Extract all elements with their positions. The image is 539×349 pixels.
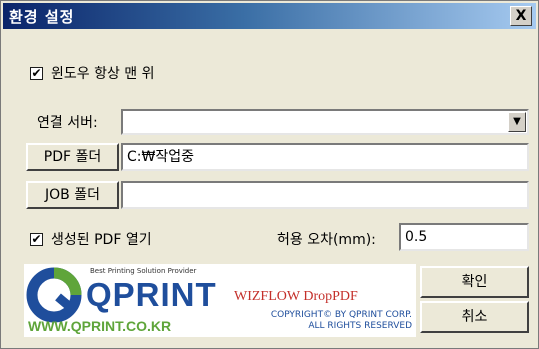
cancel-button[interactable]: 취소 [420,301,529,333]
logo-brand: QPRINT [86,276,217,313]
logo-tagline: Best Printing Solution Provider [90,267,197,275]
logo-product-name: WIZFLOW DropPDF [234,289,358,304]
settings-dialog: 환경 설정 X ✔ 윈도우 항상 맨 위 연결 서버: ▼ PDF 폴더 C:₩… [0,0,539,349]
always-on-top-option[interactable]: ✔ 윈도우 항상 맨 위 [30,63,155,83]
job-folder-button[interactable]: JOB 폴더 [26,181,119,209]
job-folder-button-label: JOB 폴더 [45,187,100,203]
qprint-logo-banner: Best Printing Solution Provider QPRINT W… [24,264,416,337]
always-on-top-label: 윈도우 항상 맨 위 [51,66,155,82]
logo-url: WWW.QPRINT.CO.KR [28,318,172,334]
open-pdf-label: 생성된 PDF 열기 [51,232,152,248]
pdf-folder-input[interactable]: C:₩작업중 [121,143,529,171]
qprint-q-icon [26,267,82,323]
always-on-top-checkbox[interactable]: ✔ [30,66,43,80]
close-icon: X [515,8,527,24]
tolerance-input[interactable]: 0.5 [399,223,529,251]
ok-button-label: 확인 [461,274,488,290]
pdf-folder-button[interactable]: PDF 폴더 [26,143,119,171]
logo-copyright-line1: COPYRIGHT© BY QPRINT CORP. [270,310,412,320]
open-pdf-checkbox[interactable]: ✔ [30,232,43,246]
pdf-folder-value: C:₩작업중 [127,149,194,165]
logo-copyright-line2: ALL RIGHTS RESERVED [308,321,412,331]
open-pdf-option[interactable]: ✔ 생성된 PDF 열기 [30,229,152,249]
pdf-folder-button-label: PDF 폴더 [43,149,102,165]
ok-button[interactable]: 확인 [420,266,529,298]
tolerance-value: 0.5 [405,229,428,245]
connection-server-combobox[interactable]: ▼ [121,109,529,135]
window-title: 환경 설정 [9,8,75,26]
connection-server-label: 연결 서버: [37,115,98,131]
cancel-button-label: 취소 [461,309,488,325]
dropdown-arrow-icon[interactable]: ▼ [508,112,526,132]
job-folder-input[interactable] [121,181,529,209]
tolerance-label: 허용 오차(mm): [277,232,376,248]
close-button[interactable]: X [510,6,532,26]
title-bar[interactable]: 환경 설정 X [3,3,536,29]
